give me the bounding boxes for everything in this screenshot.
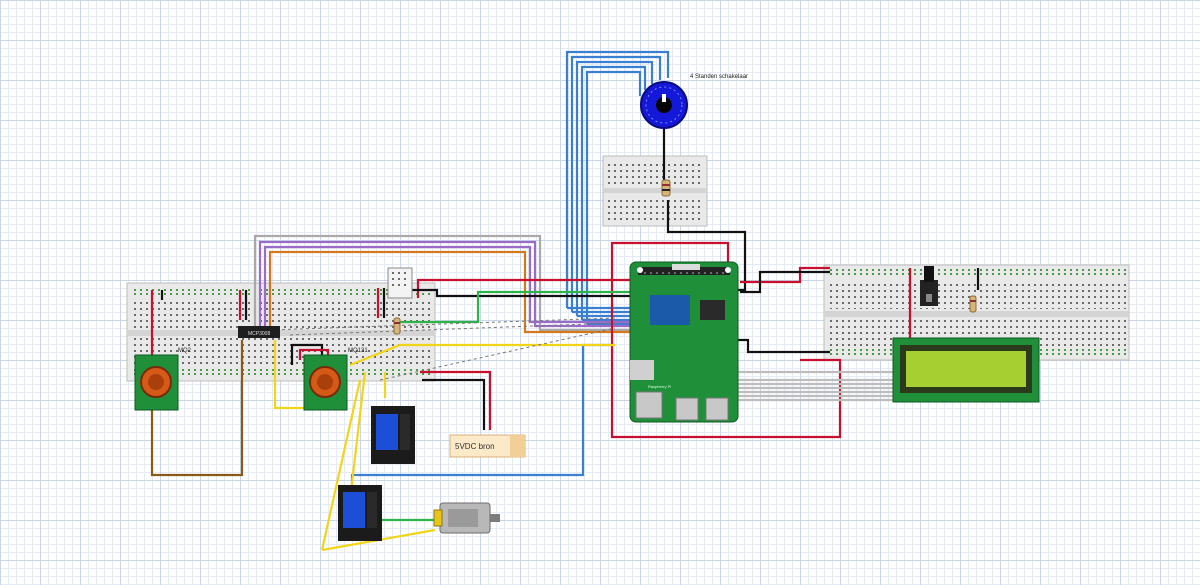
relay-module [338,485,382,541]
sensor-mq131-label: MQ131 [348,348,368,354]
breadboard-top [602,155,708,227]
power-supply: 5VDC bron [449,434,526,458]
wire-green [378,490,435,522]
adc-chip: MCP3008 [238,326,280,338]
wire-black [422,378,486,430]
lcd-display [892,337,1040,403]
dc-motor [433,502,500,534]
wire-red [740,266,830,284]
sensor-mq2-label: MQ2 [178,348,192,354]
raspberry-pi-board: Raspberry Pi [629,261,739,423]
dht-sensor [387,267,413,299]
switch-label: 4 Standen schakelaar [690,74,748,80]
gas-sensor-mq2 [134,354,179,411]
circuit-diagram: 4 Standen schakelaar MCP3008 MQ2 MQ131 5… [126,50,1130,552]
gas-sensor-mq131 [303,354,348,411]
resistor [969,295,977,313]
adc-chip-label: MCP3008 [248,331,270,337]
relay-module [371,406,415,464]
power-supply-label: 5VDC bron [455,442,495,451]
wire-black [735,338,830,354]
resistor [393,317,401,335]
circuit-canvas: 4 Standen schakelaar MCP3008 MQ2 MQ131 5… [0,0,1200,585]
pi-brand-label: Raspberry Pi [648,384,671,389]
rotary-switch[interactable] [640,81,688,129]
resistor [661,179,671,197]
